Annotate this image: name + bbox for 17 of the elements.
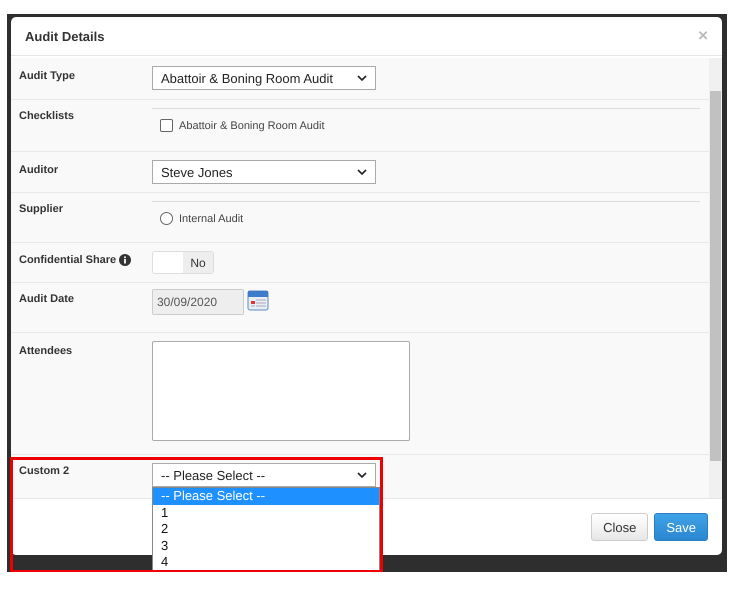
field-label: Attendees: [18, 344, 74, 357]
select-field[interactable]: -- Please Select --: [152, 463, 376, 487]
select-field[interactable]: Steve Jones: [152, 160, 376, 184]
field-label: Auditor: [18, 163, 60, 176]
field-label: Confidential Share: [11, 251, 152, 266]
dialog-title: Audit Details: [25, 28, 104, 44]
field-label: Audit Date: [18, 292, 75, 305]
field-label: Custom 2: [18, 464, 70, 477]
toggle-switch[interactable]: No: [152, 251, 214, 274]
field-label: Audit Type: [18, 69, 76, 82]
field-label: Supplier: [18, 202, 64, 215]
date-field[interactable]: 30/09/2020: [152, 289, 244, 315]
radio-label: Internal Audit: [179, 212, 244, 224]
field-label: Checklists: [18, 109, 76, 122]
checkbox-label: Abattoir & Boning Room Audit: [179, 120, 325, 132]
select-field[interactable]: Abattoir & Boning Room Audit: [152, 66, 376, 90]
close-button[interactable]: Close: [591, 513, 648, 541]
